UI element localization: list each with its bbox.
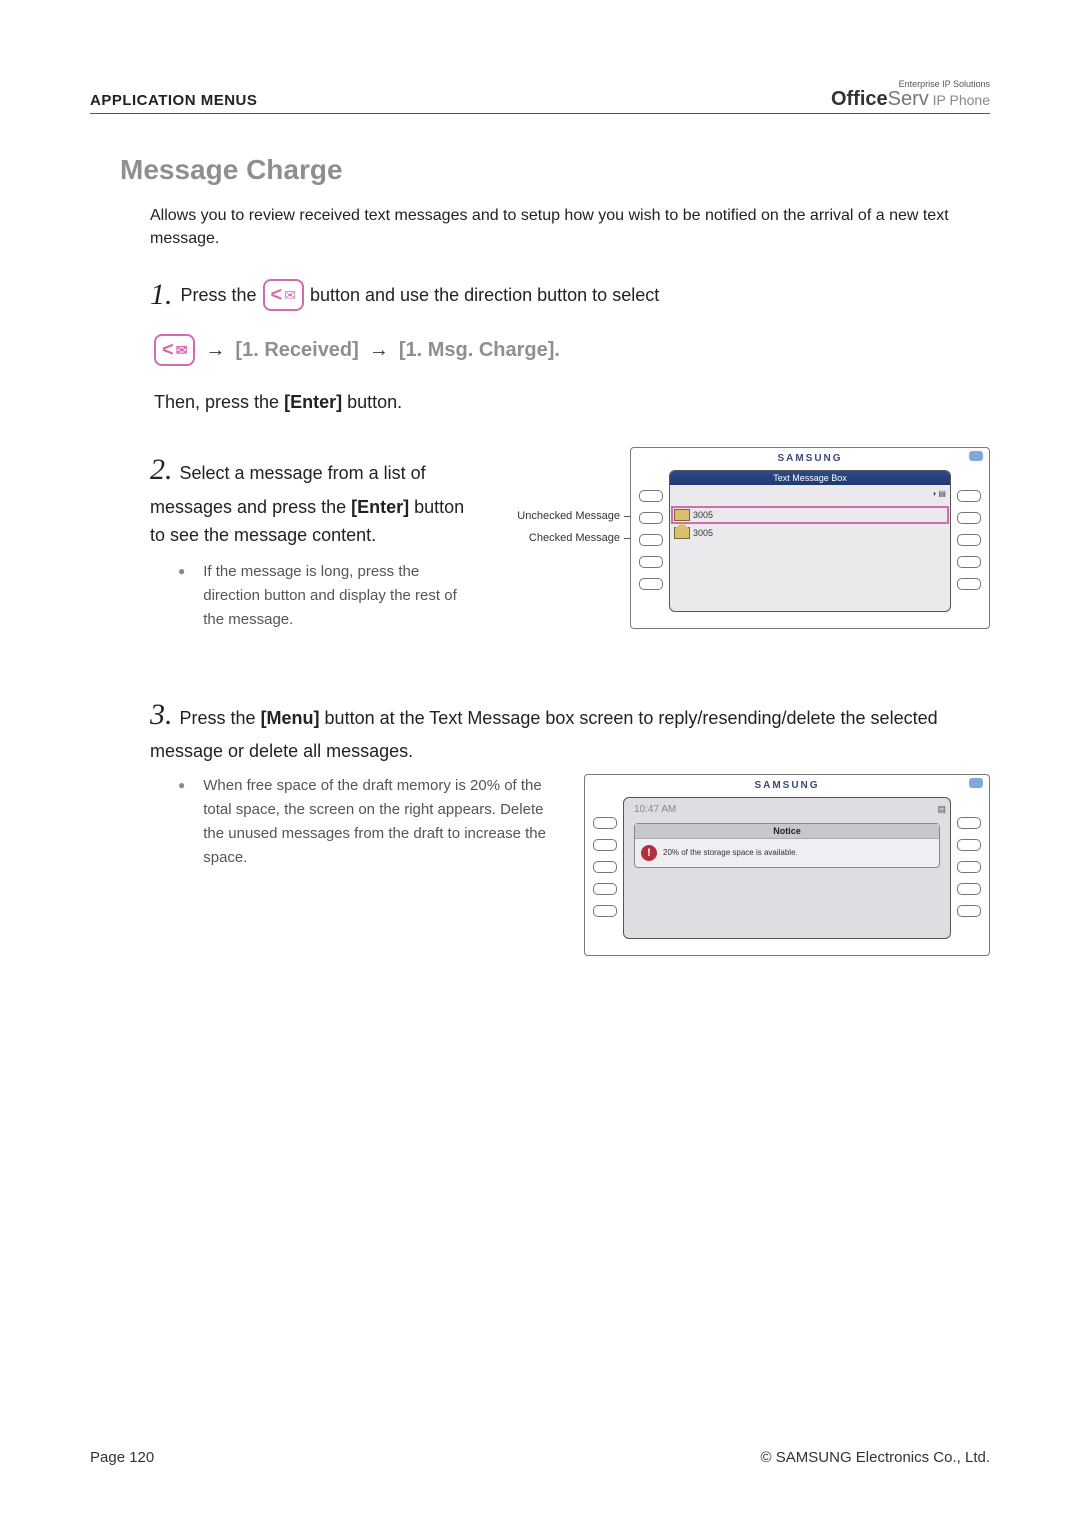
section-title: Message Charge xyxy=(120,154,990,186)
right-softkeys xyxy=(957,470,981,612)
brand-bold: Office xyxy=(831,88,888,110)
soft-key[interactable] xyxy=(593,861,617,873)
soft-key[interactable] xyxy=(957,861,981,873)
step-1-then: Then, press the [Enter] button. xyxy=(154,392,990,413)
arrow-right-icon: → xyxy=(205,339,225,362)
enter-key-label: [Enter] xyxy=(351,497,409,517)
soft-key[interactable] xyxy=(957,578,981,590)
header-section-label: APPLICATION MENUS xyxy=(90,92,257,109)
step-3-bullet-text: When free space of the draft memory is 2… xyxy=(203,774,558,956)
soft-key[interactable] xyxy=(957,883,981,895)
step-2-main: 2. Select a message from a list of messa… xyxy=(150,447,480,549)
then-pre: Then, press the xyxy=(154,392,284,412)
arrow-right-icon: → xyxy=(369,339,389,362)
step-2-number: 2. xyxy=(150,453,173,486)
soft-key[interactable] xyxy=(957,534,981,546)
soft-key[interactable] xyxy=(639,512,663,524)
step-1-line: 1. Press the < ✉ button and use the dire… xyxy=(150,278,990,312)
step-3-pre: Press the xyxy=(180,708,261,728)
step-1-pre: Press the xyxy=(181,285,257,306)
message-row-unchecked[interactable]: 3005 xyxy=(674,509,946,521)
nav-received: [1. Received] xyxy=(235,339,358,362)
power-led-icon xyxy=(969,778,983,788)
soft-key[interactable] xyxy=(593,905,617,917)
notice-body-text: 20% of the storage space is available. xyxy=(663,848,798,858)
soft-key[interactable] xyxy=(957,817,981,829)
page: APPLICATION MENUS Enterprise IP Solution… xyxy=(0,0,1080,1526)
nav-path: < ✉ → [1. Received] → [1. Msg. Charge]. xyxy=(154,334,990,366)
soft-key[interactable] xyxy=(957,512,981,524)
screen-titlebar: Text Message Box xyxy=(670,471,950,485)
label-unchecked: Unchecked Message xyxy=(490,505,620,527)
enter-key-label: [Enter] xyxy=(284,392,342,412)
chevron-left-icon: < xyxy=(162,340,174,360)
bullet-dot-icon: ● xyxy=(178,560,185,632)
menu-key-label: [Menu] xyxy=(261,708,320,728)
message-sender: 3005 xyxy=(693,528,713,538)
phone-device-illustration: SAMSUNG 10:47 AM ▤ xyxy=(584,774,990,956)
device-screen: ◑ ▤ Text Message Box 3005 3005 xyxy=(669,470,951,612)
message-hardkey-icon: < ✉ xyxy=(263,279,304,311)
status-icon: ▤ xyxy=(937,804,946,815)
envelope-icon: ✉ xyxy=(176,343,188,357)
brand-tail: IP Phone xyxy=(929,92,990,108)
callout-labels: Unchecked Message Checked Message xyxy=(490,447,620,549)
copyright: © SAMSUNG Electronics Co., Ltd. xyxy=(761,1449,990,1466)
step-1-post: button and use the direction button to s… xyxy=(310,285,659,306)
page-footer: Page 120 © SAMSUNG Electronics Co., Ltd. xyxy=(90,1449,990,1466)
soft-key[interactable] xyxy=(593,839,617,851)
step-3: 3. Press the [Menu] button at the Text M… xyxy=(120,692,990,956)
device-screen: 10:47 AM ▤ Notice ! 20% of the storage s… xyxy=(623,797,951,939)
left-softkeys xyxy=(593,797,617,939)
nav-msg-charge: [1. Msg. Charge]. xyxy=(399,339,560,362)
step-3-number: 3. xyxy=(150,698,173,731)
header-brand: Enterprise IP Solutions OfficeServ IP Ph… xyxy=(831,80,990,109)
closed-envelope-icon xyxy=(674,509,690,521)
soft-key[interactable] xyxy=(957,490,981,502)
page-number: Page 120 xyxy=(90,1449,154,1466)
brand-light: Serv xyxy=(888,88,929,110)
page-header: APPLICATION MENUS Enterprise IP Solution… xyxy=(90,80,990,114)
intro-paragraph: Allows you to review received text messa… xyxy=(120,204,990,250)
left-softkeys xyxy=(639,470,663,612)
step-2-bullet: ● If the message is long, press the dire… xyxy=(150,560,480,632)
envelope-icon: ✉ xyxy=(284,288,296,302)
message-row-checked[interactable]: 3005 xyxy=(674,527,946,539)
soft-key[interactable] xyxy=(957,556,981,568)
step-2-text: 2. Select a message from a list of messa… xyxy=(150,447,480,631)
step-2: 2. Select a message from a list of messa… xyxy=(120,447,990,631)
step-3-bullet: ● When free space of the draft memory is… xyxy=(150,774,558,956)
soft-key[interactable] xyxy=(593,817,617,829)
device-brand: SAMSUNG xyxy=(631,448,989,464)
open-envelope-icon xyxy=(674,527,690,539)
soft-key[interactable] xyxy=(957,839,981,851)
phone-device-illustration: SAMSUNG ◑ ▤ Text Message Box xyxy=(630,447,990,629)
info-icon: ! xyxy=(641,845,657,861)
label-checked: Checked Message xyxy=(490,527,620,549)
right-softkeys xyxy=(957,797,981,939)
step-1: 1. Press the < ✉ button and use the dire… xyxy=(120,278,990,413)
chevron-left-icon: < xyxy=(271,285,283,305)
step-2-bullet-text: If the message is long, press the direct… xyxy=(203,560,480,632)
soft-key[interactable] xyxy=(639,578,663,590)
screen-time: 10:47 AM xyxy=(628,800,682,819)
soft-key[interactable] xyxy=(639,534,663,546)
soft-key[interactable] xyxy=(639,490,663,502)
notice-title: Notice xyxy=(635,824,939,839)
step-1-number: 1. xyxy=(150,278,173,312)
soft-key[interactable] xyxy=(593,883,617,895)
message-sender: 3005 xyxy=(693,510,713,520)
device-brand: SAMSUNG xyxy=(585,775,989,791)
soft-key[interactable] xyxy=(957,905,981,917)
power-led-icon xyxy=(969,451,983,461)
step-3-main: 3. Press the [Menu] button at the Text M… xyxy=(150,692,990,766)
content-body: Message Charge Allows you to review rece… xyxy=(90,114,990,956)
bullet-dot-icon: ● xyxy=(178,774,185,956)
then-post: button. xyxy=(342,392,402,412)
notice-popup: Notice ! 20% of the storage space is ava… xyxy=(634,823,940,868)
status-icons: ◑ ▤ xyxy=(931,489,946,498)
message-hardkey-icon: < ✉ xyxy=(154,334,195,366)
soft-key[interactable] xyxy=(639,556,663,568)
